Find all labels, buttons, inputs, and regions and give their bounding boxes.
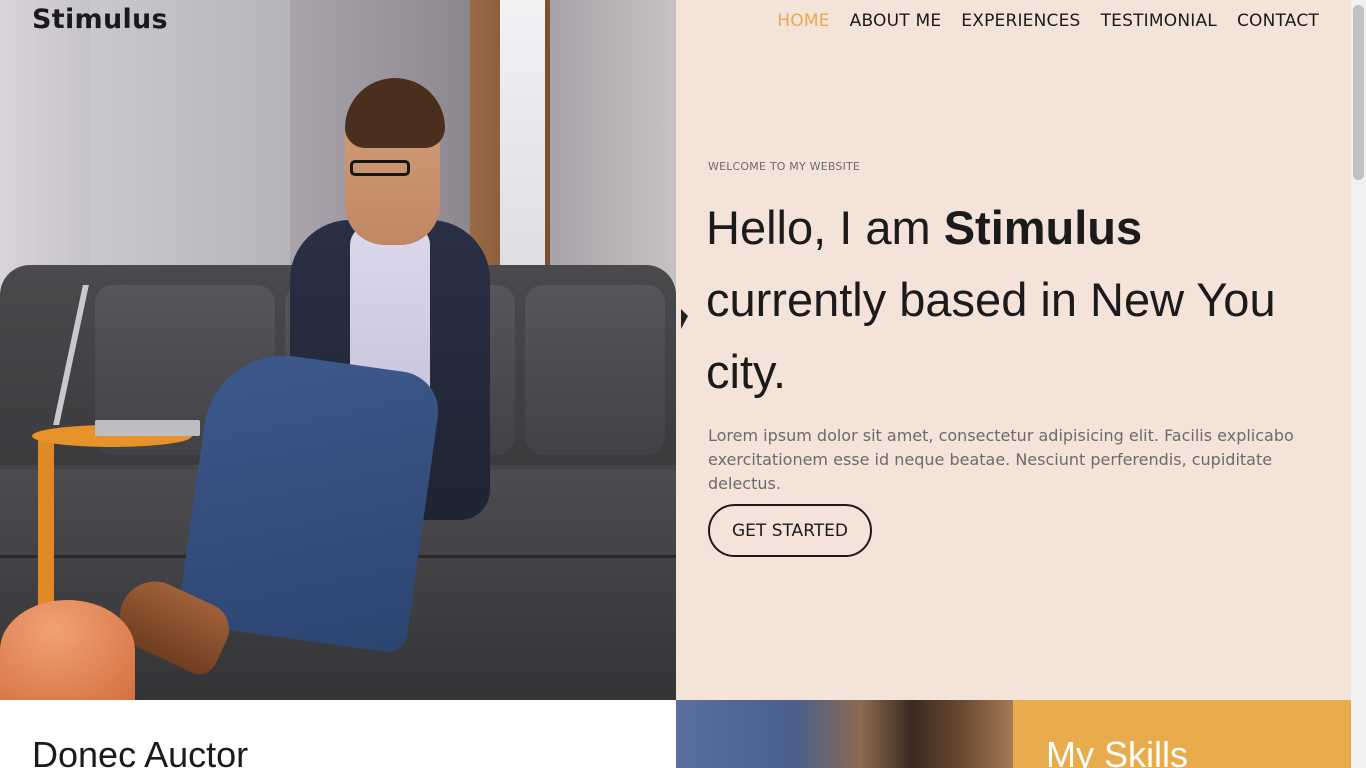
photo-door-glass: [500, 0, 545, 310]
mouse-cursor-icon: [681, 309, 688, 329]
brand-logo[interactable]: Stimulus: [32, 4, 168, 35]
nav-about-me[interactable]: ABOUT ME: [850, 11, 942, 31]
nav-testimonial[interactable]: TESTIMONIAL: [1101, 11, 1217, 31]
navbar: Stimulus HOME ABOUT ME EXPERIENCES TESTI…: [0, 0, 1351, 44]
page-scrollbar[interactable]: [1351, 0, 1366, 768]
hero-lede: Lorem ipsum dolor sit amet, consectetur …: [708, 426, 1294, 493]
photo-table-leg: [38, 435, 54, 610]
photo-wall: [90, 0, 290, 300]
main-nav: HOME ABOUT ME EXPERIENCES TESTIMONIAL CO…: [757, 11, 1319, 31]
get-started-button[interactable]: GET STARTED: [708, 504, 872, 557]
nav-experiences[interactable]: EXPERIENCES: [961, 11, 1080, 31]
scrollbar-thumb[interactable]: [1353, 5, 1364, 180]
skills-title: My Skills: [1046, 734, 1188, 768]
nav-home[interactable]: HOME: [777, 11, 829, 31]
nav-contact[interactable]: CONTACT: [1237, 11, 1319, 31]
photo-stool: [0, 600, 135, 700]
section-photo: [676, 700, 1013, 768]
photo-cushion: [525, 285, 665, 455]
headline-prefix: Hello, I am: [706, 201, 944, 254]
hero-headline: Hello, I am Stimulus currently based in …: [706, 192, 1326, 408]
hero-panel: WELCOME TO MY WEBSITE Hello, I am Stimul…: [676, 0, 1351, 700]
headline-name: Stimulus: [943, 201, 1143, 254]
hero-photo: [0, 0, 676, 700]
photo-laptop-base: [95, 420, 200, 436]
section-title: Donec Auctor: [32, 734, 249, 768]
hero-eyebrow: WELCOME TO MY WEBSITE: [708, 160, 861, 173]
photo-person-glasses: [350, 160, 410, 176]
headline-suffix: currently based in New You city.: [706, 273, 1276, 398]
